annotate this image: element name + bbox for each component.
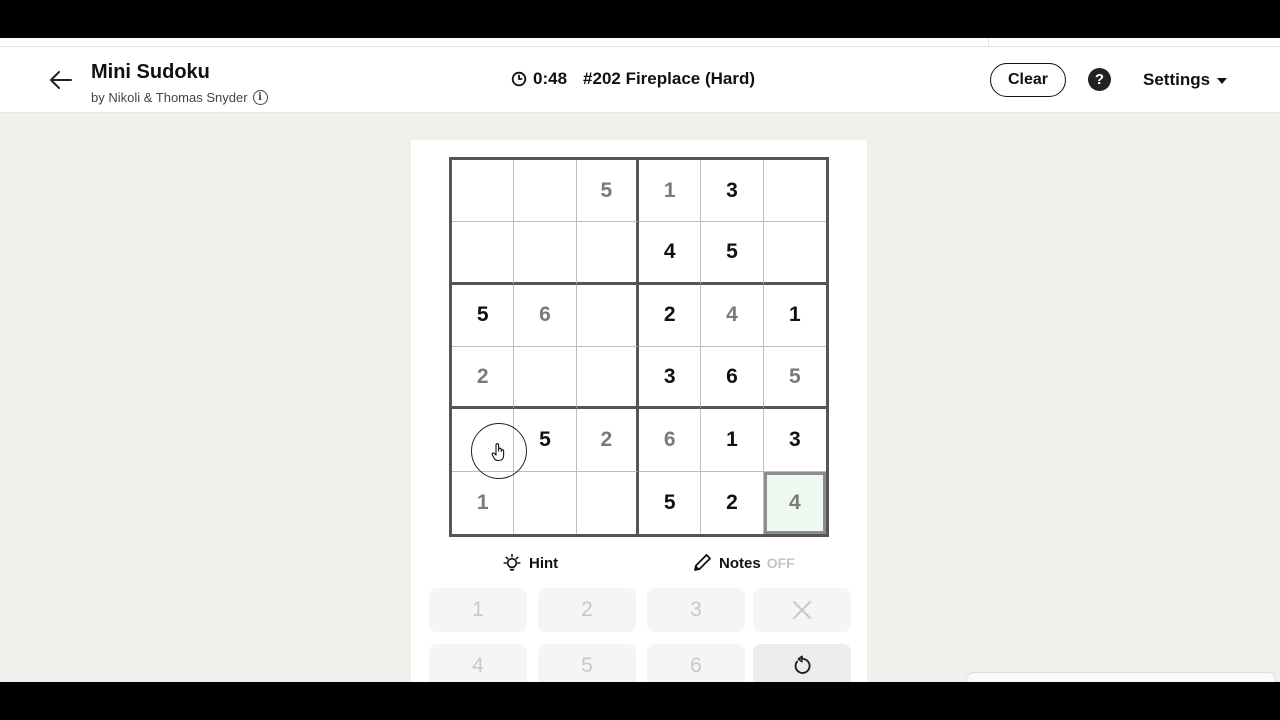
corner-widget xyxy=(966,672,1276,682)
key-5[interactable]: 5 xyxy=(538,644,636,682)
board-cell-r6c2[interactable] xyxy=(514,471,577,534)
board-cell-r2c6[interactable] xyxy=(763,222,826,285)
board-cell-r1c2[interactable] xyxy=(514,160,577,223)
close-icon xyxy=(793,601,811,619)
help-icon[interactable]: ? xyxy=(1088,68,1111,91)
board-cell-r1c5[interactable]: 3 xyxy=(701,160,764,223)
pencil-icon xyxy=(694,554,711,571)
clock-icon xyxy=(511,71,527,87)
board-cell-r4c5[interactable]: 6 xyxy=(701,346,764,410)
board-cell-r4c1[interactable]: 2 xyxy=(452,346,515,410)
arrow-left-icon xyxy=(50,71,72,89)
lightbulb-icon xyxy=(503,553,521,571)
info-icon[interactable]: i xyxy=(252,90,268,105)
board-cell-r4c4[interactable]: 3 xyxy=(638,346,702,410)
app: Mini Sudoku by Nikoli & Thomas Snyder i … xyxy=(0,38,1280,682)
chevron-down-icon xyxy=(1217,78,1228,84)
timer: 0:48 xyxy=(533,69,568,88)
hint-label: Hint xyxy=(529,554,559,572)
board-cell-r3c4[interactable]: 2 xyxy=(638,284,702,347)
settings-label: Settings xyxy=(1143,70,1211,89)
board-cell-r5c1[interactable] xyxy=(452,409,515,472)
board-cell-r1c6[interactable] xyxy=(763,160,826,223)
letterbox-top xyxy=(0,0,1280,38)
board-cell-r2c1[interactable] xyxy=(452,222,515,285)
board-cell-r3c3[interactable] xyxy=(576,284,639,347)
board-cell-r5c4[interactable]: 6 xyxy=(638,409,702,472)
tool-row: Hint Notes OFF xyxy=(449,550,829,580)
byline-text: by Nikoli & Thomas Snyder xyxy=(91,90,248,105)
game-byline: by Nikoli & Thomas Snyder i xyxy=(91,90,268,105)
board-cell-r6c5[interactable]: 2 xyxy=(701,471,764,534)
erase-button[interactable] xyxy=(753,588,851,632)
top-strip xyxy=(0,38,1280,47)
back-button[interactable] xyxy=(44,63,78,97)
board-cell-r3c1[interactable]: 5 xyxy=(452,284,515,347)
letterbox-bottom xyxy=(0,682,1280,720)
puzzle-info: 0:48 #202 Fireplace (Hard) xyxy=(511,69,755,89)
notes-toggle[interactable]: Notes OFF xyxy=(691,552,795,574)
board-cell-r5c6[interactable]: 3 xyxy=(763,409,826,472)
sudoku-board: 51345562412365526131524 xyxy=(449,157,829,537)
board-cell-r2c2[interactable] xyxy=(514,222,577,285)
key-2[interactable]: 2 xyxy=(538,588,636,632)
board-cell-r1c4[interactable]: 1 xyxy=(638,160,702,223)
key-6[interactable]: 6 xyxy=(647,644,745,682)
notes-label: Notes xyxy=(719,554,761,572)
board-cell-r4c3[interactable] xyxy=(576,346,639,410)
settings-button[interactable]: Settings xyxy=(1143,70,1228,90)
puzzle-label: #202 Fireplace (Hard) xyxy=(583,69,755,88)
key-4[interactable]: 4 xyxy=(429,644,527,682)
game-panel: 51345562412365526131524 Hint Notes OFF 1… xyxy=(411,140,867,682)
undo-icon xyxy=(794,655,811,674)
board-cell-r3c5[interactable]: 4 xyxy=(701,284,764,347)
clear-button[interactable]: Clear xyxy=(990,63,1066,97)
board-cell-r2c4[interactable]: 4 xyxy=(638,222,702,285)
board-cell-r2c3[interactable] xyxy=(576,222,639,285)
board-cell-r5c2[interactable]: 5 xyxy=(514,409,577,472)
game-header: Mini Sudoku by Nikoli & Thomas Snyder i … xyxy=(0,47,1280,113)
key-1[interactable]: 1 xyxy=(429,588,527,632)
notes-state: OFF xyxy=(766,555,795,571)
board-cell-r4c2[interactable] xyxy=(514,346,577,410)
key-3[interactable]: 3 xyxy=(647,588,745,632)
board-cell-r3c6[interactable]: 1 xyxy=(763,285,826,347)
board-cell-r6c6[interactable]: 4 xyxy=(763,471,826,534)
board-cell-r6c3[interactable] xyxy=(577,471,639,534)
board-cell-r4c6[interactable]: 5 xyxy=(763,347,826,410)
board-cell-r3c2[interactable]: 6 xyxy=(514,284,577,347)
board-cell-r2c5[interactable]: 5 xyxy=(701,222,764,285)
board-cell-r6c1[interactable]: 1 xyxy=(452,471,515,534)
board-cell-r6c4[interactable]: 5 xyxy=(639,471,702,534)
board-cell-r1c3[interactable]: 5 xyxy=(576,160,639,223)
board-cell-r5c3[interactable]: 2 xyxy=(576,409,639,472)
undo-button[interactable] xyxy=(753,644,851,682)
board-cell-r5c5[interactable]: 1 xyxy=(701,409,764,472)
hint-button[interactable]: Hint xyxy=(501,552,558,574)
game-title: Mini Sudoku xyxy=(91,61,210,83)
board-cell-r1c1[interactable] xyxy=(452,160,515,223)
top-strip-divider xyxy=(988,38,989,47)
